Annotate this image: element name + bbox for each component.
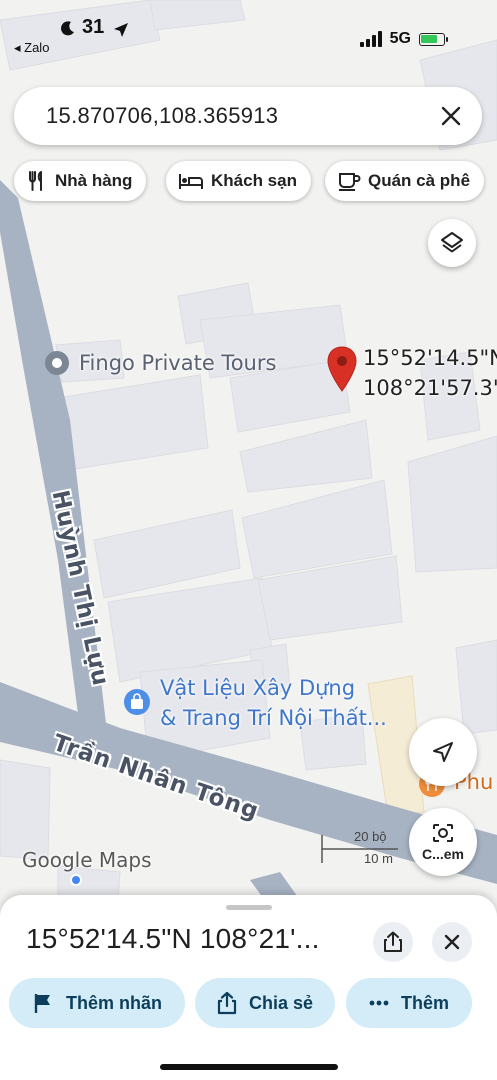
chip-hotels-label: Khách sạn [211, 171, 297, 190]
lens-button[interactable]: C...em [409, 808, 477, 876]
lens-label: C...em [421, 846, 464, 862]
google-maps-logo: Google Maps [22, 848, 152, 872]
status-time: 31 [82, 16, 105, 38]
scale-label-feet: 20 bộ [354, 829, 387, 844]
my-location-dot-icon [70, 874, 82, 886]
upload-share-icon [384, 931, 402, 952]
pin-lng-label: 108°21'57.3"E [363, 376, 497, 400]
sheet-close-button[interactable] [432, 922, 472, 962]
poi-vatlieu-label-line1[interactable]: Vật Liệu Xây Dựng [160, 676, 355, 700]
status-right-group: 5G [359, 30, 448, 48]
add-label-button[interactable]: Thêm nhãn [9, 978, 185, 1028]
search-input[interactable]: 15.870706,108.365913 [46, 103, 278, 129]
scale-label-meters: 10 m [364, 851, 393, 866]
layers-button[interactable] [428, 219, 476, 267]
moon-icon [61, 21, 74, 36]
navigation-arrow-icon [433, 742, 453, 762]
more-dots-icon [369, 1000, 389, 1006]
home-indicator [160, 1064, 338, 1070]
more-button[interactable]: Thêm [346, 978, 472, 1028]
sheet-title: 15°52'14.5"N 108°21'... [26, 923, 320, 954]
coffee-cup-icon [339, 173, 361, 191]
search-bar[interactable]: 15.870706,108.365913 [14, 87, 482, 145]
share-button[interactable]: Chia sẻ [195, 978, 335, 1028]
restaurant-icon [29, 171, 42, 191]
close-icon[interactable] [436, 101, 466, 131]
chip-coffee-label: Quán cà phê [368, 171, 471, 190]
share-icon [217, 991, 237, 1015]
sheet-share-button[interactable] [373, 922, 413, 962]
battery-icon [419, 32, 448, 46]
layers-icon [441, 232, 463, 253]
poi-fingo-label[interactable]: Fingo Private Tours [79, 351, 276, 375]
place-dot-icon [45, 351, 69, 375]
poi-vatlieu-label-line2[interactable]: & Trang Trí Nội Thất... [160, 706, 387, 730]
location-arrow-icon [114, 23, 128, 37]
shopping-bag-icon [124, 689, 150, 715]
network-type: 5G [389, 30, 411, 47]
back-to-app-link[interactable]: ◂ Zalo [14, 40, 49, 56]
close-icon [444, 934, 460, 950]
share-label: Chia sẻ [248, 992, 314, 1013]
recenter-button[interactable] [409, 718, 477, 786]
chip-coffee[interactable]: Quán cà phê [325, 161, 485, 201]
location-pin-icon[interactable] [326, 345, 358, 393]
more-label: Thêm [400, 992, 449, 1013]
pin-lat-label: 15°52'14.5"N [363, 346, 497, 370]
add-label-text: Thêm nhãn [65, 992, 162, 1013]
flag-icon [34, 994, 50, 1013]
chip-restaurants-label: Nhà hàng [55, 171, 133, 190]
chip-hotels[interactable]: Khách sạn [166, 161, 311, 201]
sheet-drag-handle[interactable] [226, 905, 272, 910]
signal-bars-icon [359, 31, 382, 47]
camera-lens-icon [433, 824, 453, 842]
map-scale: 20 bộ 10 m [320, 829, 400, 869]
chip-restaurants[interactable]: Nhà hàng [14, 161, 147, 201]
hotel-bed-icon [179, 174, 203, 189]
status-bar: 31 ◂ Zalo 5G [0, 0, 497, 62]
bottom-sheet: 15°52'14.5"N 108°21'... Thêm nhãn Chia s… [0, 895, 497, 1080]
